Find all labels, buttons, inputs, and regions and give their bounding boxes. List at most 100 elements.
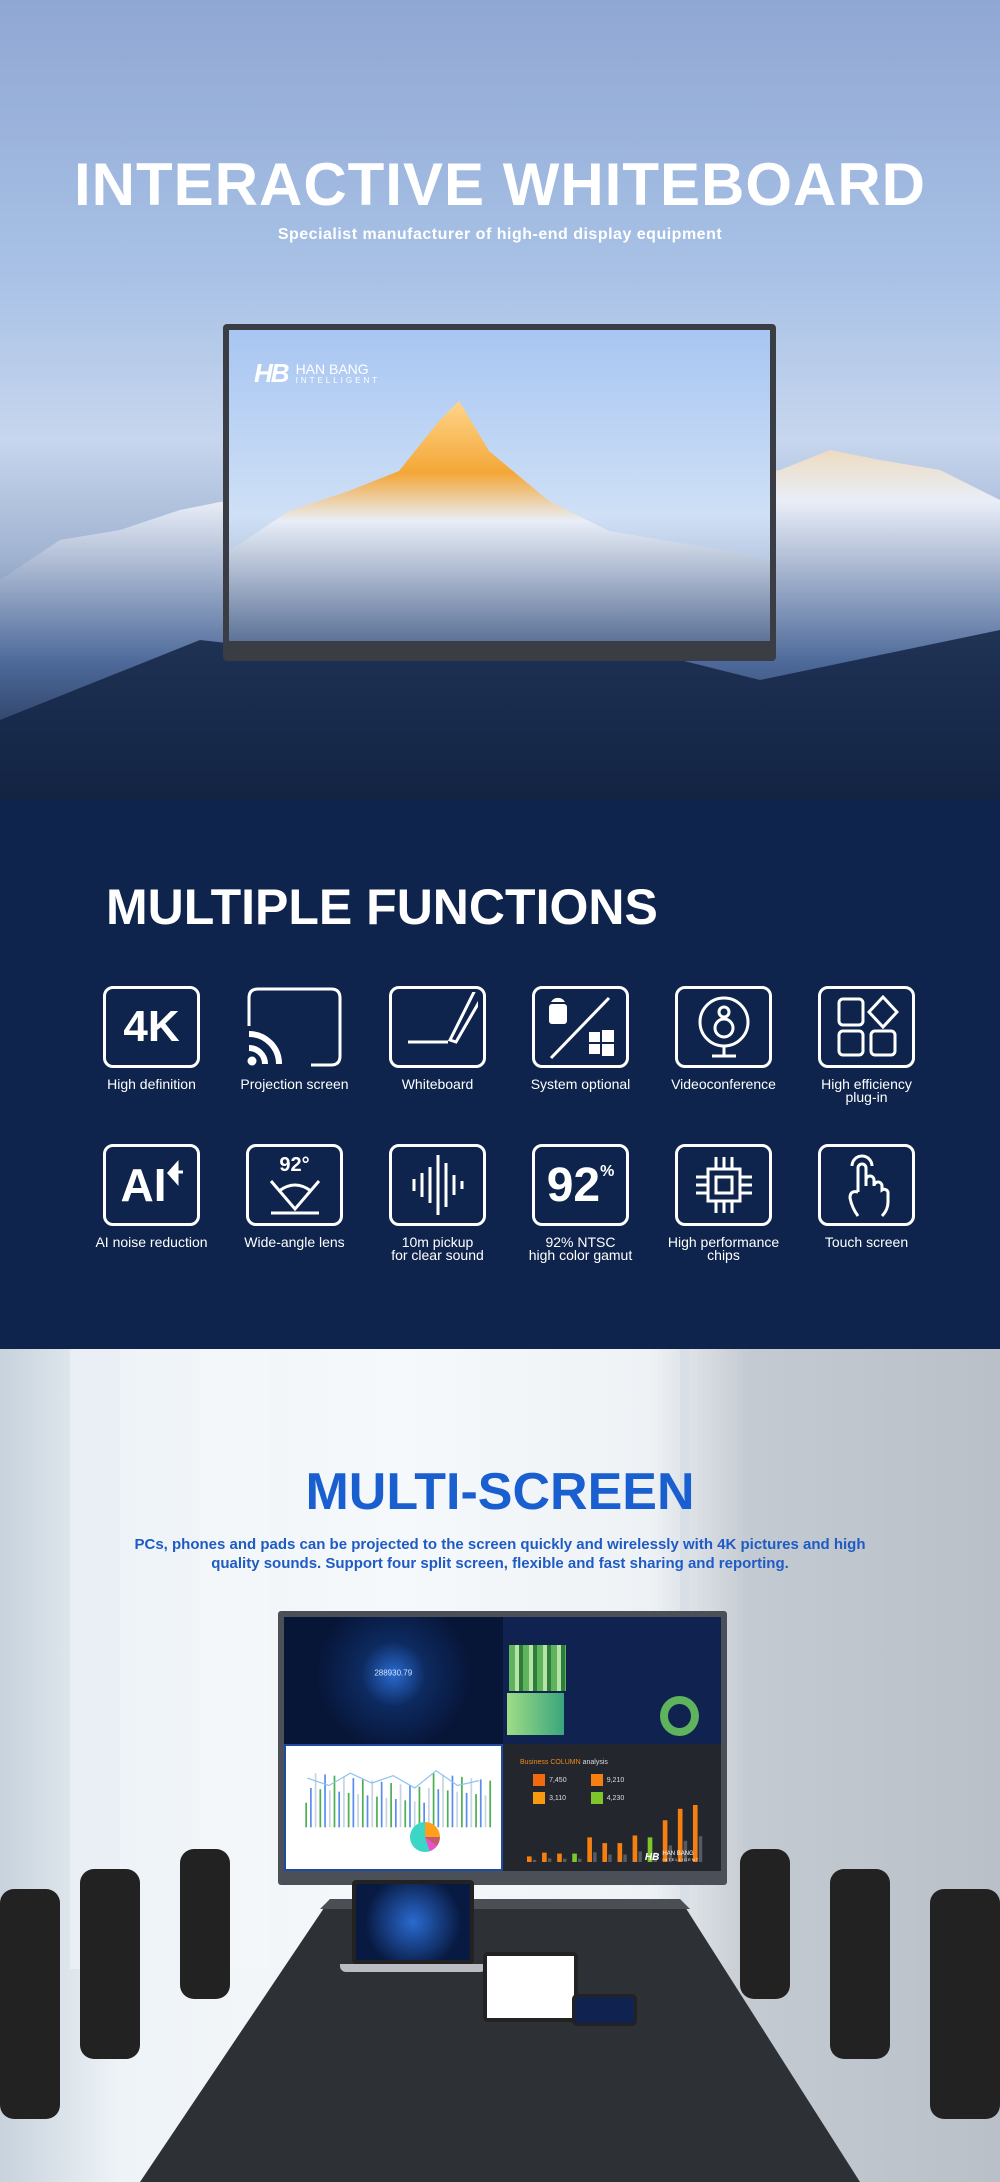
hero-section: INTERACTIVE WHITEBOARD Specialist manufa… bbox=[0, 0, 1000, 800]
feature-pickup: 10m pickup for clear sound bbox=[366, 1144, 509, 1262]
mini-bar bbox=[404, 1800, 407, 1828]
logo-name: HAN BANG bbox=[295, 361, 369, 377]
brand-logo: HB HAN BANG INTELLIGENT bbox=[644, 1851, 700, 1863]
feature-label: Videoconference bbox=[671, 1076, 776, 1092]
mini-bar bbox=[347, 1792, 350, 1828]
column-bar bbox=[578, 1858, 582, 1863]
mountain-image bbox=[229, 401, 770, 641]
mini-bar bbox=[385, 1797, 388, 1828]
pen-icon bbox=[389, 986, 486, 1068]
apps-icon bbox=[818, 986, 915, 1068]
laptop bbox=[352, 1880, 474, 1964]
column-analysis-title: Business COLUMN analysis bbox=[519, 1759, 608, 1767]
multiscreen-section: MULTI-SCREEN PCs, phones and pads can be… bbox=[0, 1349, 1000, 2182]
mini-bar bbox=[371, 1780, 374, 1828]
mini-bar bbox=[305, 1802, 308, 1828]
column-bar bbox=[632, 1835, 638, 1863]
functions-section: MULTIPLE FUNCTIONS 4K High definition Pro… bbox=[0, 800, 1000, 1349]
feature-label: 10m pickup for clear sound bbox=[391, 1234, 484, 1263]
mini-bar bbox=[328, 1790, 331, 1828]
mini-bar bbox=[310, 1787, 312, 1828]
feature-label: 92% NTSC high color gamut bbox=[528, 1234, 633, 1263]
feature-label: Touch screen bbox=[824, 1234, 909, 1250]
touch-icon bbox=[818, 1144, 915, 1226]
column-bar bbox=[617, 1843, 623, 1863]
column-bar bbox=[698, 1836, 703, 1863]
webcam-icon bbox=[675, 986, 772, 1068]
mini-bar bbox=[343, 1776, 345, 1828]
phone bbox=[572, 1994, 637, 2026]
mini-bar bbox=[352, 1777, 355, 1828]
mini-bar bbox=[418, 1786, 421, 1828]
4k-icon: 4K bbox=[103, 986, 200, 1068]
feature-videoconference: Videoconference bbox=[652, 986, 795, 1104]
mini-bar bbox=[399, 1784, 402, 1828]
mini-bar bbox=[427, 1787, 430, 1828]
feature-label: Whiteboard bbox=[401, 1076, 474, 1092]
mini-bar bbox=[470, 1777, 473, 1828]
brand-logo: HB HAN BANG INTELLIGENT bbox=[254, 358, 380, 389]
functions-grid: 4K High definition Projection screen Whit… bbox=[80, 986, 940, 1262]
quad-dashboard-globe: 288930.79 bbox=[284, 1617, 503, 1744]
mini-bar bbox=[489, 1780, 492, 1828]
stat-tile: 4,230 bbox=[590, 1792, 643, 1805]
tablet bbox=[483, 1952, 578, 2022]
feature-chips: High performance chips bbox=[652, 1144, 795, 1262]
display-screen: HB HAN BANG INTELLIGENT bbox=[229, 330, 770, 641]
mini-bar bbox=[465, 1792, 468, 1828]
chip-icon bbox=[675, 1144, 772, 1226]
mini-bar bbox=[361, 1779, 364, 1828]
mini-bar bbox=[324, 1774, 326, 1828]
feature-plugin: High efficiency plug-in bbox=[795, 986, 938, 1104]
mini-bar bbox=[413, 1801, 416, 1828]
quad-dashboard-bar-line bbox=[284, 1744, 503, 1871]
stat-tile: 9,210 bbox=[590, 1774, 643, 1787]
mini-bar bbox=[451, 1775, 454, 1828]
sound-wave-icon bbox=[389, 1144, 486, 1226]
column-bar bbox=[593, 1852, 597, 1863]
mini-bar bbox=[390, 1782, 392, 1828]
feature-color-gamut: 92% 92% NTSC high color gamut bbox=[509, 1144, 652, 1262]
multiscreen-title: MULTI-SCREEN bbox=[305, 1463, 695, 1521]
android-windows-icon bbox=[532, 986, 629, 1068]
mini-bar bbox=[394, 1798, 397, 1828]
feature-label: AI noise reduction bbox=[95, 1234, 208, 1250]
ai-icon: AI bbox=[103, 1144, 200, 1226]
mini-bar bbox=[376, 1796, 378, 1828]
logo-mark: HB bbox=[254, 358, 290, 388]
feature-wide-angle: 92° Wide-angle lens bbox=[223, 1144, 366, 1262]
multiscreen-description: PCs, phones and pads can be projected to… bbox=[134, 1536, 866, 1572]
feature-whiteboard: Whiteboard bbox=[366, 986, 509, 1104]
feature-system: System optional bbox=[509, 986, 652, 1104]
mini-bar bbox=[409, 1785, 411, 1828]
feature-touch: Touch screen bbox=[795, 1144, 938, 1262]
feature-label: Projection screen bbox=[240, 1076, 349, 1092]
stat-tile: 3,110 bbox=[533, 1792, 585, 1805]
column-bar bbox=[557, 1853, 562, 1863]
column-bar bbox=[562, 1858, 567, 1863]
conference-table bbox=[140, 1899, 860, 2182]
mini-bar bbox=[437, 1789, 440, 1828]
mini-bar bbox=[333, 1775, 336, 1828]
cast-icon bbox=[246, 986, 343, 1068]
column-bar bbox=[623, 1854, 627, 1863]
feature-label: Wide-angle lens bbox=[244, 1234, 345, 1250]
mini-bar bbox=[338, 1791, 341, 1828]
whiteboard-display: HB HAN BANG INTELLIGENT bbox=[223, 324, 776, 661]
quad-dashboard-heatmap bbox=[502, 1617, 721, 1744]
multiscreen-display: 288930.79 Business COLUMN analysis 7,450… bbox=[278, 1611, 727, 1885]
feature-label: High efficiency plug-in bbox=[821, 1076, 912, 1105]
feature-label: High performance chips bbox=[667, 1234, 780, 1263]
mini-bar bbox=[357, 1793, 359, 1828]
feature-high-definition: 4K High definition bbox=[80, 986, 223, 1104]
hero-subtitle: Specialist manufacturer of high-end disp… bbox=[277, 226, 723, 243]
feature-label: System optional bbox=[530, 1076, 631, 1092]
column-bar bbox=[602, 1843, 608, 1863]
mini-bar bbox=[380, 1781, 383, 1828]
mini-bar bbox=[432, 1773, 435, 1828]
column-bar bbox=[587, 1837, 592, 1863]
mini-bar bbox=[319, 1789, 322, 1828]
stat-tile: 7,450 bbox=[533, 1774, 585, 1787]
column-bar bbox=[547, 1858, 552, 1863]
logo-tagline: INTELLIGENT bbox=[295, 376, 381, 385]
